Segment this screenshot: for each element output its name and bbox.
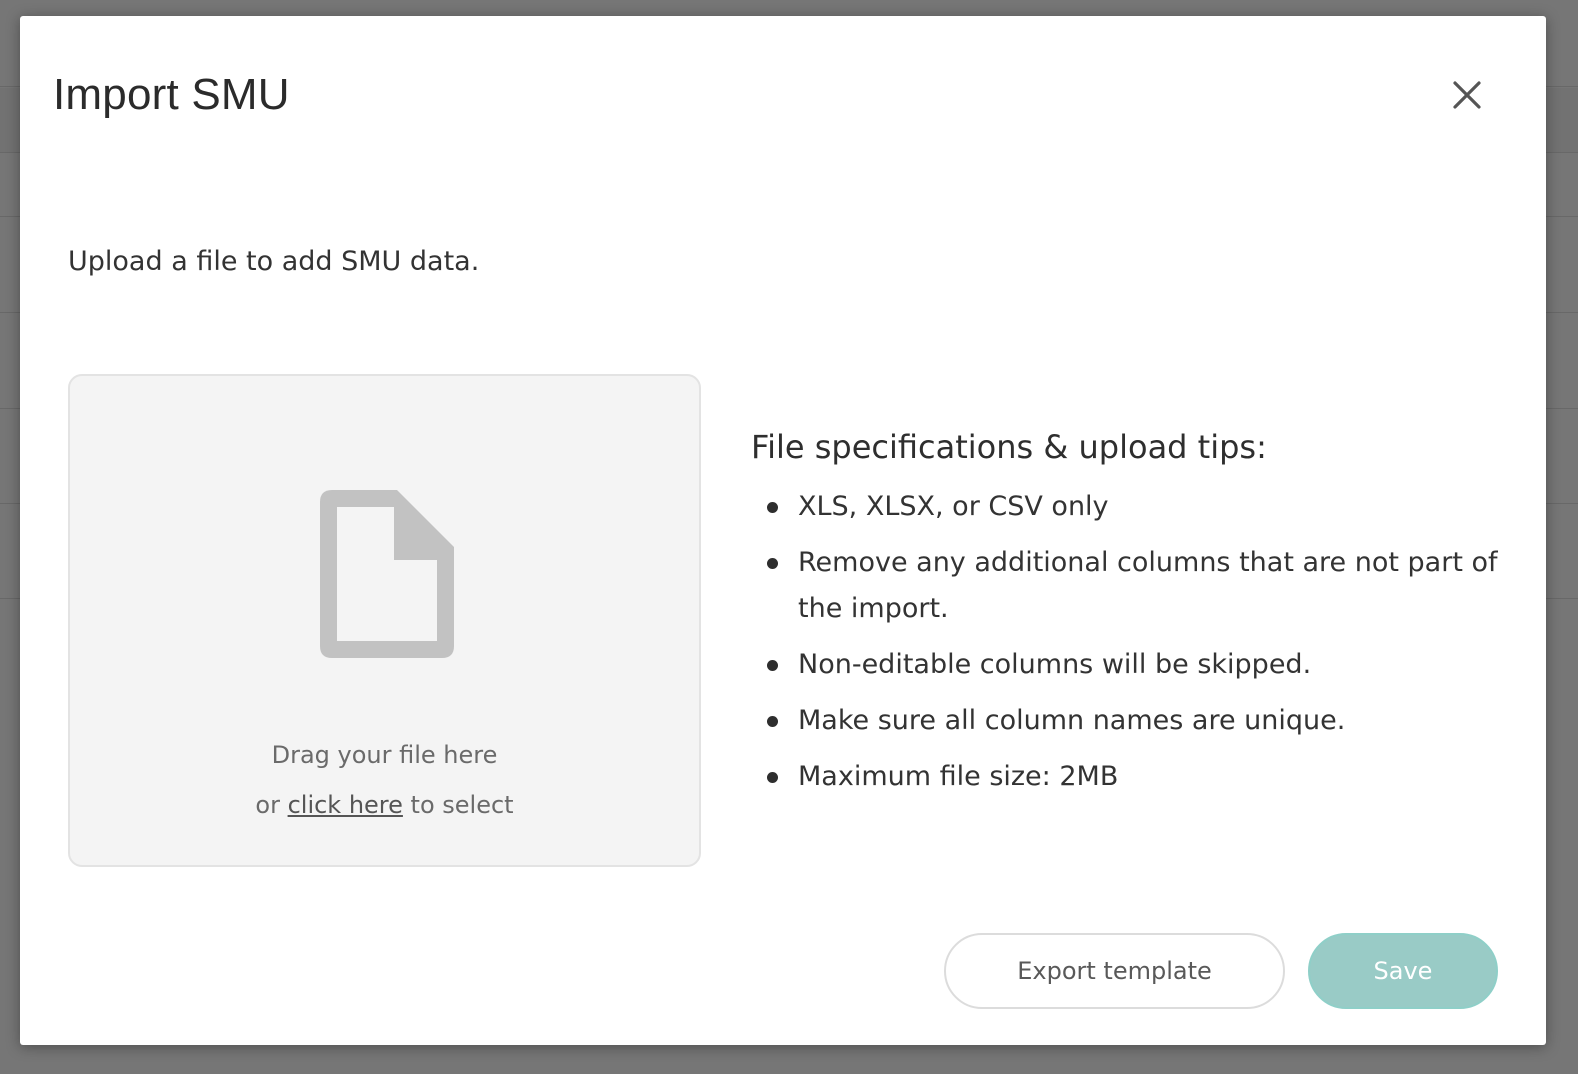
bullet-icon [767,716,778,727]
export-template-button[interactable]: Export template [944,933,1285,1009]
bullet-icon [767,558,778,569]
close-button[interactable] [1446,74,1488,116]
click-here-link[interactable]: click here [288,791,403,819]
specs-list: XLS, XLSX, or CSV only Remove any additi… [751,484,1511,800]
dropzone-select-instruction: or click here to select [70,791,699,819]
list-item: Make sure all column names are unique. [751,698,1511,744]
bullet-icon [767,502,778,513]
file-icon [320,490,454,658]
file-dropzone[interactable]: Drag your file here or click here to sel… [68,374,701,867]
import-smu-dialog: Import SMU Upload a file to add SMU data… [20,16,1546,1045]
dropzone-prefix: or [255,791,288,819]
specs-heading: File specifications & upload tips: [751,428,1267,466]
list-item: Remove any additional columns that are n… [751,540,1511,632]
bullet-icon [767,772,778,783]
list-item: XLS, XLSX, or CSV only [751,484,1511,530]
dropzone-instruction: Drag your file here [271,741,498,769]
dialog-title: Import SMU [53,70,290,119]
save-button[interactable]: Save [1308,933,1498,1009]
list-item: Non-editable columns will be skipped. [751,642,1511,688]
list-item-text: XLS, XLSX, or CSV only [798,491,1109,522]
file-specifications: File specifications & upload tips: XLS, … [751,428,1511,810]
dropzone-suffix: to select [402,791,514,819]
list-item-text: Remove any additional columns that are n… [798,547,1498,624]
list-item: Maximum file size: 2MB [751,754,1511,800]
list-item-text: Non-editable columns will be skipped. [798,649,1312,680]
list-item-text: Make sure all column names are unique. [798,705,1346,736]
bullet-icon [767,660,778,671]
close-icon [1453,81,1481,109]
dialog-description: Upload a file to add SMU data. [68,246,480,277]
list-item-text: Maximum file size: 2MB [798,761,1119,792]
